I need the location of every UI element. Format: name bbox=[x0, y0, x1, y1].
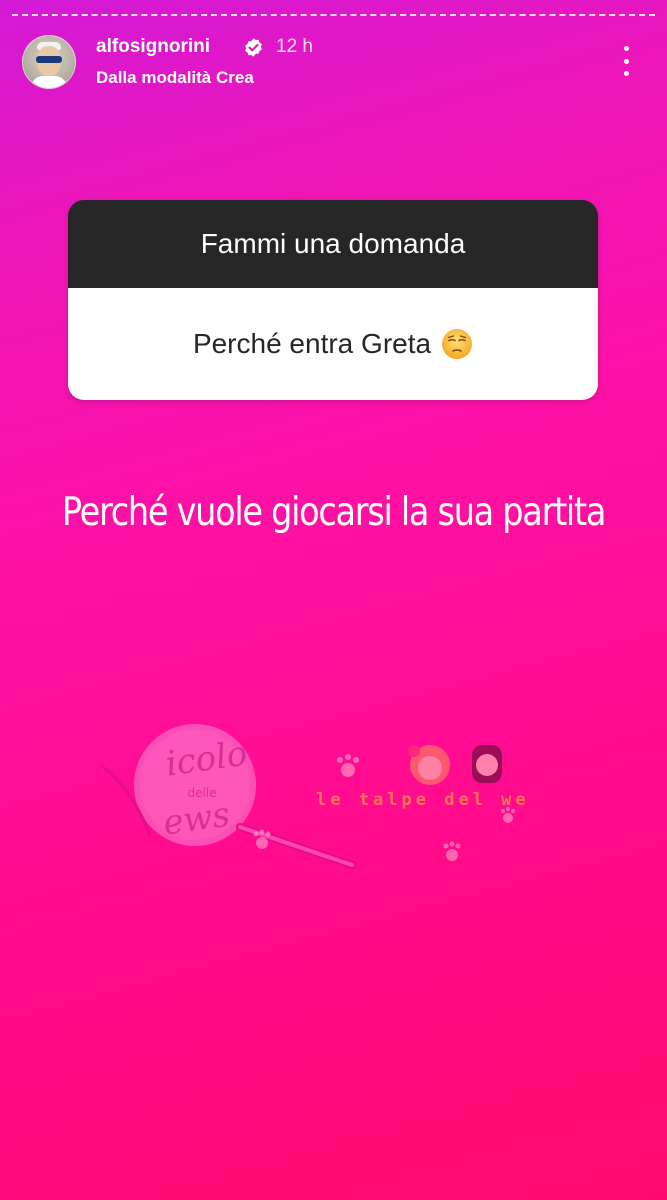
story-source-label[interactable]: Dalla modalità Crea bbox=[96, 68, 254, 88]
watermark-logo: icolo delle ews le talpe del web bbox=[99, 724, 530, 869]
more-vertical-icon bbox=[623, 46, 629, 51]
story-viewer[interactable]: alfosignorini 12 h Dalla modalità Crea F… bbox=[0, 0, 667, 1200]
answer-text: Perché vuole giocarsi la sua partita bbox=[61, 490, 606, 535]
watermark-tagline: le talpe del web bbox=[316, 790, 530, 810]
question-sticker[interactable]: Fammi una domanda Perché entra Greta bbox=[68, 200, 598, 400]
question-sticker-question: Perché entra Greta bbox=[68, 288, 598, 400]
verified-badge-icon bbox=[245, 38, 262, 57]
profile-avatar[interactable] bbox=[22, 35, 76, 89]
username[interactable]: alfosignorini bbox=[96, 36, 210, 58]
post-time: 12 h bbox=[276, 36, 313, 57]
question-sticker-prompt: Fammi una domanda bbox=[68, 200, 598, 288]
question-text: Perché entra Greta bbox=[192, 328, 432, 359]
story-progress-bar bbox=[12, 14, 655, 18]
unamused-face-emoji bbox=[442, 329, 473, 359]
more-options-button[interactable] bbox=[612, 44, 640, 78]
